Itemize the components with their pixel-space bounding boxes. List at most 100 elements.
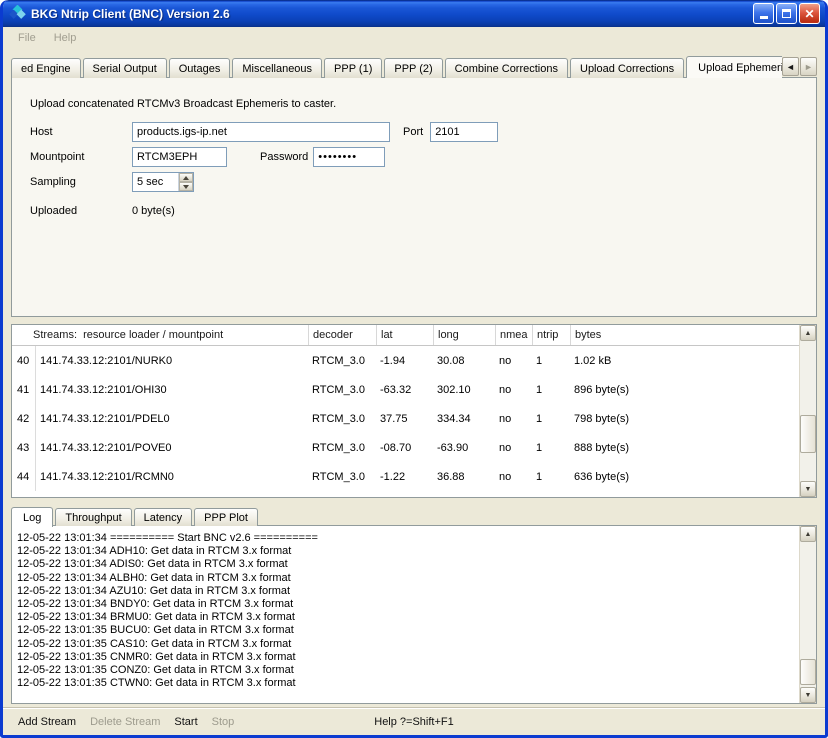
cell-bytes: 896 byte(s) xyxy=(570,384,799,396)
mountpoint-row: Mountpoint Password xyxy=(30,147,798,167)
cell-long: 334.34 xyxy=(433,413,495,425)
cell-decoder: RTCM_3.0 xyxy=(308,413,376,425)
sampling-spin-buttons xyxy=(178,173,193,191)
log-line: 12-05-22 13:01:34 ========== Start BNC v… xyxy=(17,532,799,545)
status-action-button[interactable]: Start xyxy=(167,713,204,731)
bnc-window: BKG Ntrip Client (BNC) Version 2.6 ✕ Fil… xyxy=(0,0,828,738)
cell-long: 30.08 xyxy=(433,355,495,367)
tab[interactable]: Miscellaneous xyxy=(232,58,322,78)
cell-lat: -63.32 xyxy=(376,384,433,396)
table-row[interactable]: 42 141.74.33.12:2101/PDEL0 RTCM_3.0 37.7… xyxy=(12,404,799,433)
mountpoint-input[interactable] xyxy=(132,147,227,167)
tab[interactable]: Serial Output xyxy=(83,58,167,78)
spin-up-button[interactable] xyxy=(179,173,193,182)
sampling-spinner[interactable]: 5 sec xyxy=(132,172,194,192)
streams-table-header: Streams: resource loader / mountpoint de… xyxy=(12,325,799,346)
menu-item[interactable]: Help xyxy=(45,30,86,46)
port-input[interactable] xyxy=(430,122,498,142)
header-long: long xyxy=(433,325,495,345)
bottom-tab[interactable]: Throughput xyxy=(55,508,131,526)
cell-ntrip: 1 xyxy=(532,413,570,425)
tab-scroll-right-button[interactable]: ► xyxy=(800,57,817,76)
sampling-label: Sampling xyxy=(30,176,132,188)
scroll-down-button[interactable]: ▼ xyxy=(800,481,816,497)
host-input[interactable] xyxy=(132,122,390,142)
minimize-icon xyxy=(760,16,768,19)
cell-nmea: no xyxy=(495,471,532,483)
cell-nmea: no xyxy=(495,355,532,367)
status-action-button[interactable]: Delete Stream xyxy=(83,713,167,731)
left-arrow-icon: ◄ xyxy=(786,62,795,72)
log-scrollbar[interactable]: ▲ ▼ xyxy=(799,526,816,703)
up-arrow-icon: ▲ xyxy=(805,531,812,538)
minimize-button[interactable] xyxy=(753,3,774,24)
password-input[interactable] xyxy=(313,147,385,167)
tab[interactable]: PPP (1) xyxy=(324,58,382,78)
tab[interactable]: PPP (2) xyxy=(384,58,442,78)
log-line: 12-05-22 13:01:34 BNDY0: Get data in RTC… xyxy=(17,598,799,611)
bottom-tab-bar: LogThroughputLatencyPPP Plot xyxy=(11,505,817,526)
streams-scrollbar[interactable]: ▲ ▼ xyxy=(799,325,816,497)
scrollbar-thumb[interactable] xyxy=(800,659,816,685)
tab[interactable]: ed Engine xyxy=(11,58,81,78)
header-bytes: bytes xyxy=(570,325,799,345)
cell-mountpoint: 141.74.33.12:2101/NURK0 xyxy=(36,355,308,367)
main-area: ed EngineSerial OutputOutagesMiscellaneo… xyxy=(3,48,825,708)
cell-nmea: no xyxy=(495,413,532,425)
maximize-button[interactable] xyxy=(776,3,797,24)
row-number: 42 xyxy=(12,404,36,433)
scrollbar-thumb[interactable] xyxy=(800,415,816,453)
host-row: Host Port xyxy=(30,122,798,142)
table-row[interactable]: 40 141.74.33.12:2101/NURK0 RTCM_3.0 -1.9… xyxy=(12,346,799,375)
status-action-button[interactable]: Add Stream xyxy=(11,713,83,731)
cell-nmea: no xyxy=(495,442,532,454)
log-line: 12-05-22 13:01:34 ADIS0: Get data in RTC… xyxy=(17,558,799,571)
bottom-tab[interactable]: Log xyxy=(11,507,53,527)
sampling-value: 5 sec xyxy=(133,173,178,191)
cell-lat: -1.94 xyxy=(376,355,433,367)
up-arrow-icon: ▲ xyxy=(805,330,812,337)
spin-down-button[interactable] xyxy=(179,182,193,191)
log-panel: 12-05-22 13:01:34 ========== Start BNC v… xyxy=(11,525,817,704)
header-decoder: decoder xyxy=(308,325,376,345)
tab-scroll-left-button[interactable]: ◄ xyxy=(782,57,799,76)
cell-lat: 37.75 xyxy=(376,413,433,425)
header-nmea: nmea xyxy=(495,325,532,345)
cell-decoder: RTCM_3.0 xyxy=(308,355,376,367)
table-row[interactable]: 43 141.74.33.12:2101/POVE0 RTCM_3.0 -08.… xyxy=(12,433,799,462)
table-row[interactable]: 41 141.74.33.12:2101/OHI30 RTCM_3.0 -63.… xyxy=(12,375,799,404)
status-bar: Add StreamDelete StreamStartStop Help ?=… xyxy=(3,708,825,735)
bottom-tab[interactable]: PPP Plot xyxy=(194,508,258,526)
tab[interactable]: Upload Ephemeris xyxy=(686,56,782,78)
log-line: 12-05-22 13:01:34 ALBH0: Get data in RTC… xyxy=(17,572,799,585)
log-output: 12-05-22 13:01:34 ========== Start BNC v… xyxy=(12,526,799,703)
down-arrow-icon: ▼ xyxy=(805,692,812,699)
cell-long: 36.88 xyxy=(433,471,495,483)
tab[interactable]: Combine Corrections xyxy=(445,58,568,78)
status-action-button[interactable]: Stop xyxy=(205,713,242,731)
bottom-tab[interactable]: Latency xyxy=(134,508,193,526)
maximize-icon xyxy=(782,9,791,18)
cell-decoder: RTCM_3.0 xyxy=(308,384,376,396)
menu-item[interactable]: File xyxy=(9,30,45,46)
cell-ntrip: 1 xyxy=(532,442,570,454)
tab[interactable]: Outages xyxy=(169,58,231,78)
table-row[interactable]: 44 141.74.33.12:2101/RCMN0 RTCM_3.0 -1.2… xyxy=(12,462,799,491)
scroll-up-button[interactable]: ▲ xyxy=(800,325,816,341)
tab-bar: ed EngineSerial OutputOutagesMiscellaneo… xyxy=(11,56,782,78)
scroll-up-button[interactable]: ▲ xyxy=(800,526,816,542)
cell-lat: -08.70 xyxy=(376,442,433,454)
cell-decoder: RTCM_3.0 xyxy=(308,471,376,483)
down-arrow-icon: ▼ xyxy=(805,486,812,493)
log-line: 12-05-22 13:01:35 CONZ0: Get data in RTC… xyxy=(17,664,799,677)
row-number: 44 xyxy=(12,462,36,491)
streams-table-inner: Streams: resource loader / mountpoint de… xyxy=(12,325,799,497)
row-number: 43 xyxy=(12,433,36,462)
close-button[interactable]: ✕ xyxy=(799,3,820,24)
window-title: BKG Ntrip Client (BNC) Version 2.6 xyxy=(31,7,753,21)
title-bar[interactable]: BKG Ntrip Client (BNC) Version 2.6 ✕ xyxy=(3,0,825,27)
tab[interactable]: Upload Corrections xyxy=(570,58,684,78)
scroll-down-button[interactable]: ▼ xyxy=(800,687,816,703)
host-label: Host xyxy=(30,126,132,138)
header-ntrip: ntrip xyxy=(532,325,570,345)
